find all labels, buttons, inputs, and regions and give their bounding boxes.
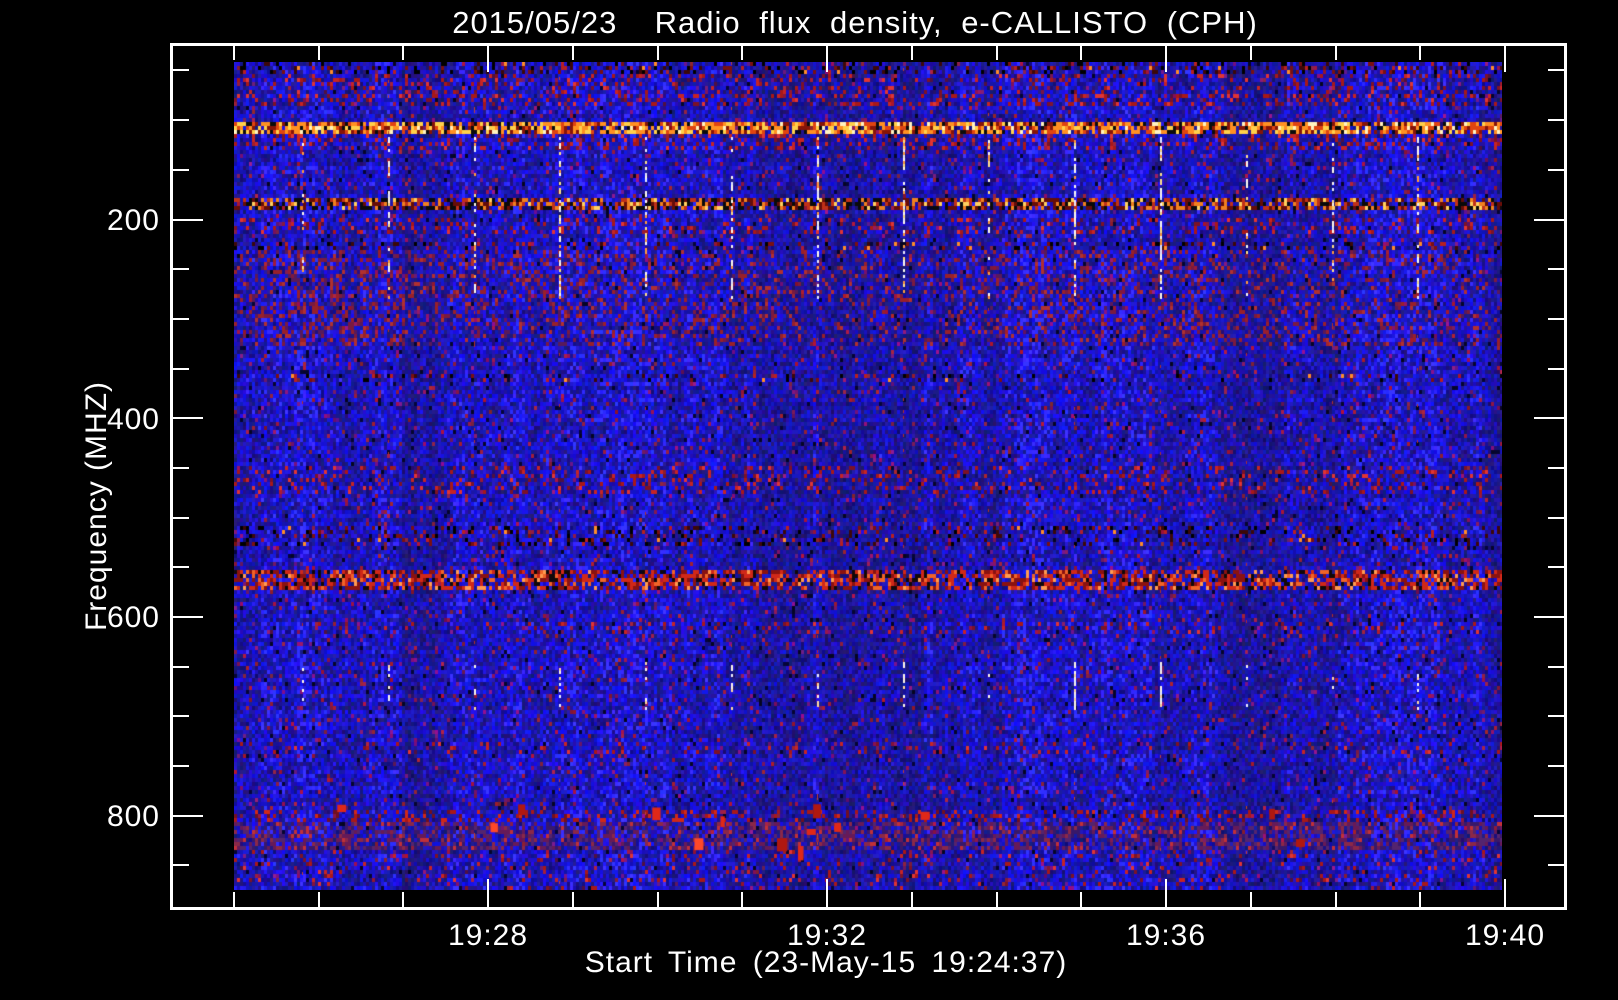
x-axis-top-minor-tick xyxy=(233,46,235,60)
x-axis-top-minor-tick xyxy=(996,46,998,60)
x-tick-label-1928: 19:28 xyxy=(413,919,563,953)
y-axis-right-minor-tick xyxy=(1548,715,1564,717)
x-axis-major-tick xyxy=(487,879,489,907)
y-axis-right-minor-tick xyxy=(1548,119,1564,121)
y-axis-right-minor-tick xyxy=(1548,765,1564,767)
x-axis-top-minor-tick xyxy=(402,46,404,60)
y-axis-minor-tick xyxy=(173,864,189,866)
x-axis-top-major-tick xyxy=(826,46,828,72)
x-axis-minor-tick xyxy=(1335,892,1337,907)
x-axis-minor-tick xyxy=(996,892,998,907)
x-axis-minor-tick xyxy=(911,892,913,907)
x-axis-major-tick xyxy=(826,879,828,907)
y-axis-major-tick xyxy=(173,417,203,419)
y-axis-minor-tick xyxy=(173,119,189,121)
y-axis-right-major-tick xyxy=(1534,219,1564,221)
y-tick-label-800: 800 xyxy=(85,800,160,834)
y-axis-minor-tick xyxy=(173,666,189,668)
x-axis-minor-tick xyxy=(572,892,574,907)
x-axis-minor-tick xyxy=(233,892,235,907)
x-axis-minor-tick xyxy=(1250,892,1252,907)
y-axis-minor-tick xyxy=(173,69,189,71)
y-axis-major-tick xyxy=(173,219,203,221)
y-axis-minor-tick xyxy=(173,566,189,568)
x-axis-top-minor-tick xyxy=(741,46,743,60)
y-axis-right-minor-tick xyxy=(1548,666,1564,668)
x-axis-top-minor-tick xyxy=(318,46,320,60)
x-axis-top-minor-tick xyxy=(911,46,913,60)
y-axis-major-tick xyxy=(173,815,203,817)
x-axis-title: Start Time (23-May-15 19:24:37) xyxy=(566,946,1086,980)
x-axis-top-minor-tick xyxy=(1419,46,1421,60)
spectrogram-canvas xyxy=(234,62,1502,890)
y-axis-right-major-tick xyxy=(1534,815,1564,817)
x-tick-label-1936: 19:36 xyxy=(1091,919,1241,953)
y-axis-title: Frequency (MHZ) xyxy=(80,381,114,631)
x-axis-major-tick xyxy=(1504,879,1506,907)
x-axis-top-minor-tick xyxy=(657,46,659,60)
x-axis-major-tick xyxy=(1165,879,1167,907)
y-axis-major-tick xyxy=(173,616,203,618)
x-axis-minor-tick xyxy=(741,892,743,907)
y-axis-minor-tick xyxy=(173,765,189,767)
y-axis-minor-tick xyxy=(173,368,189,370)
x-axis-top-major-tick xyxy=(1165,46,1167,72)
x-axis-top-major-tick xyxy=(1504,46,1506,72)
y-axis-minor-tick xyxy=(173,715,189,717)
y-axis-minor-tick xyxy=(173,517,189,519)
y-axis-minor-tick xyxy=(173,318,189,320)
y-axis-right-minor-tick xyxy=(1548,169,1564,171)
x-axis-minor-tick xyxy=(402,892,404,907)
x-tick-label-1940: 19:40 xyxy=(1430,919,1580,953)
x-axis-minor-tick xyxy=(318,892,320,907)
x-axis-minor-tick xyxy=(657,892,659,907)
y-axis-right-major-tick xyxy=(1534,417,1564,419)
x-axis-top-minor-tick xyxy=(572,46,574,60)
y-axis-right-minor-tick xyxy=(1548,318,1564,320)
x-axis-top-minor-tick xyxy=(1080,46,1082,60)
y-axis-right-major-tick xyxy=(1534,616,1564,618)
callisto-spectrogram-page: 2015/05/23 Radio flux density, e-CALLIST… xyxy=(0,0,1618,1000)
x-axis-top-minor-tick xyxy=(1250,46,1252,60)
y-axis-minor-tick xyxy=(173,169,189,171)
y-axis-right-minor-tick xyxy=(1548,368,1564,370)
y-tick-label-200: 200 xyxy=(85,204,160,238)
y-axis-minor-tick xyxy=(173,268,189,270)
y-axis-right-minor-tick xyxy=(1548,566,1564,568)
y-axis-right-minor-tick xyxy=(1548,467,1564,469)
x-axis-minor-tick xyxy=(1419,892,1421,907)
x-axis-top-major-tick xyxy=(487,46,489,72)
y-axis-right-minor-tick xyxy=(1548,69,1564,71)
chart-title: 2015/05/23 Radio flux density, e-CALLIST… xyxy=(390,5,1320,41)
y-axis-right-minor-tick xyxy=(1548,268,1564,270)
x-axis-minor-tick xyxy=(1080,892,1082,907)
x-axis-top-minor-tick xyxy=(1335,46,1337,60)
y-axis-right-minor-tick xyxy=(1548,864,1564,866)
y-axis-minor-tick xyxy=(173,467,189,469)
y-axis-right-minor-tick xyxy=(1548,517,1564,519)
